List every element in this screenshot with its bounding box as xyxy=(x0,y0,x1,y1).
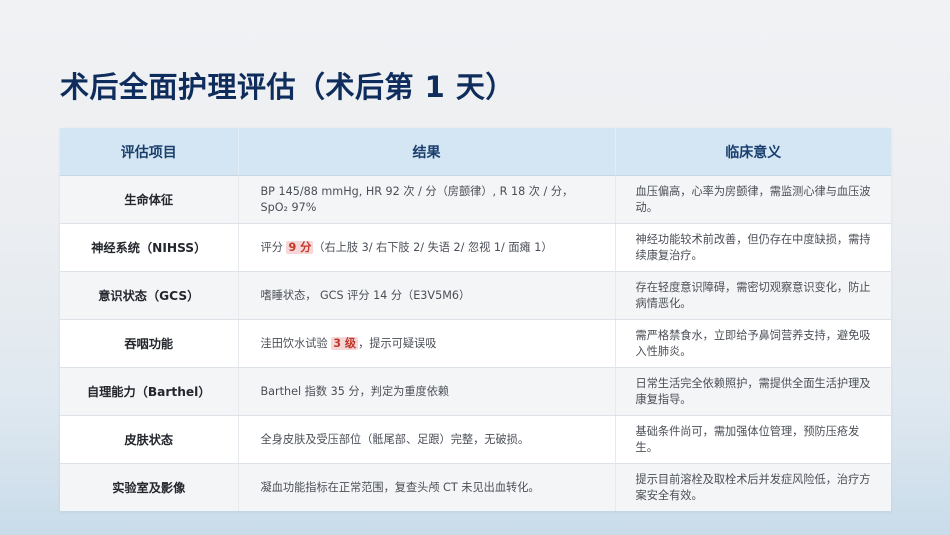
row-result: Barthel 指数 35 分，判定为重度依赖 xyxy=(237,367,615,416)
row-result: 评分 9 分（右上肢 3/ 右下肢 2/ 失语 2/ 忽视 1/ 面瘫 1） xyxy=(237,223,615,272)
grade-highlight: 3 级 xyxy=(331,336,359,350)
header-result: 结果 xyxy=(237,128,615,176)
table-body: 生命体征 BP 145/88 mmHg, HR 92 次 / 分（房颤律）, R… xyxy=(60,175,891,511)
row-meaning: 血压偏高，心率为房颤律，需监测心律与血压波动。 xyxy=(614,175,891,224)
row-result: 全身皮肤及受压部位（骶尾部、足跟）完整，无破损。 xyxy=(237,415,615,464)
row-meaning: 存在轻度意识障碍，需密切观察意识变化，防止病情恶化。 xyxy=(614,271,891,320)
result-text: 嗜睡状态， GCS 评分 14 分（E3V5M6） xyxy=(260,288,471,302)
table-row: 自理能力（Barthel） Barthel 指数 35 分，判定为重度依赖 日常… xyxy=(60,367,891,416)
result-text: 洼田饮水试验 xyxy=(260,336,332,350)
score-highlight: 9 分 xyxy=(286,240,314,254)
result-text: BP 145/88 mmHg, HR 92 次 / 分（房颤律）, R 18 次… xyxy=(260,184,574,214)
row-item: 自理能力（Barthel） xyxy=(60,367,238,416)
row-meaning: 日常生活完全依赖照护，需提供全面生活护理及康复指导。 xyxy=(614,367,891,416)
result-detail: ，提示可疑误吸 xyxy=(358,336,437,350)
row-meaning: 需严格禁食水，立即给予鼻饲营养支持，避免吸入性肺炎。 xyxy=(614,319,891,368)
header-meaning: 临床意义 xyxy=(614,128,891,176)
page-title: 术后全面护理评估（术后第 1 天） xyxy=(60,70,515,104)
row-meaning: 神经功能较术前改善，但仍存在中度缺损，需持续康复治疗。 xyxy=(614,223,891,272)
row-item: 皮肤状态 xyxy=(60,415,238,464)
table-row: 神经系统（NIHSS） 评分 9 分（右上肢 3/ 右下肢 2/ 失语 2/ 忽… xyxy=(60,223,891,272)
row-result: 洼田饮水试验 3 级，提示可疑误吸 xyxy=(237,319,615,368)
row-result: BP 145/88 mmHg, HR 92 次 / 分（房颤律）, R 18 次… xyxy=(237,175,615,224)
result-text: Barthel 指数 35 分，判定为重度依赖 xyxy=(260,384,450,398)
table-header: 评估项目 结果 临床意义 xyxy=(60,128,891,176)
assessment-table: 评估项目 结果 临床意义 生命体征 BP 145/88 mmHg, HR 92 … xyxy=(60,128,891,511)
row-item: 吞咽功能 xyxy=(60,319,238,368)
result-text: 评分 xyxy=(260,240,287,254)
result-detail: （右上肢 3/ 右下肢 2/ 失语 2/ 忽视 1/ 面瘫 1） xyxy=(313,240,553,254)
row-result: 嗜睡状态， GCS 评分 14 分（E3V5M6） xyxy=(237,271,615,320)
row-item: 实验室及影像 xyxy=(60,463,238,511)
result-text: 凝血功能指标在正常范围，复查头颅 CT 未见出血转化。 xyxy=(260,480,540,494)
row-meaning: 提示目前溶栓及取栓术后并发症风险低，治疗方案安全有效。 xyxy=(614,463,891,511)
table-row: 吞咽功能 洼田饮水试验 3 级，提示可疑误吸 需严格禁食水，立即给予鼻饲营养支持… xyxy=(60,319,891,368)
table-row: 实验室及影像 凝血功能指标在正常范围，复查头颅 CT 未见出血转化。 提示目前溶… xyxy=(60,463,891,511)
header-row: 评估项目 结果 临床意义 xyxy=(60,128,891,176)
row-item: 神经系统（NIHSS） xyxy=(60,223,238,272)
table-row: 意识状态（GCS） 嗜睡状态， GCS 评分 14 分（E3V5M6） 存在轻度… xyxy=(60,271,891,320)
row-result: 凝血功能指标在正常范围，复查头颅 CT 未见出血转化。 xyxy=(237,463,615,511)
result-text: 全身皮肤及受压部位（骶尾部、足跟）完整，无破损。 xyxy=(260,432,530,446)
table-row: 皮肤状态 全身皮肤及受压部位（骶尾部、足跟）完整，无破损。 基础条件尚可，需加强… xyxy=(60,415,891,464)
table-row: 生命体征 BP 145/88 mmHg, HR 92 次 / 分（房颤律）, R… xyxy=(60,175,891,224)
row-item: 生命体征 xyxy=(60,175,238,224)
header-item: 评估项目 xyxy=(60,128,238,176)
row-item: 意识状态（GCS） xyxy=(60,271,238,320)
row-meaning: 基础条件尚可，需加强体位管理，预防压疮发生。 xyxy=(614,415,891,464)
